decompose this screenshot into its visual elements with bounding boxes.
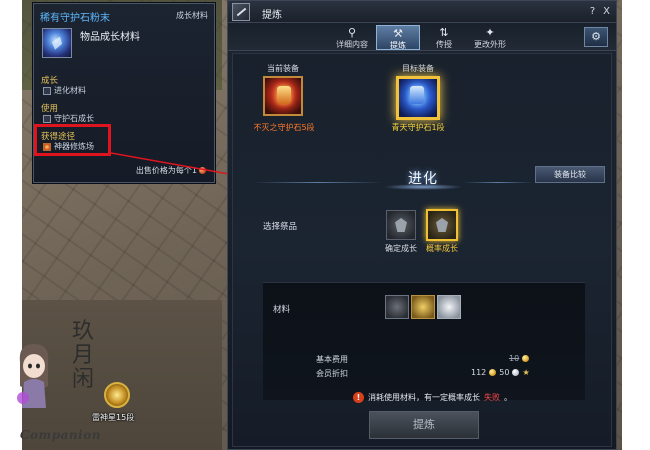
- material-slot[interactable]: [437, 295, 461, 319]
- divider: [253, 182, 383, 183]
- window-titlebar[interactable]: 提炼 ? X: [228, 1, 616, 23]
- tab-transfer[interactable]: ⇅ 传授: [422, 25, 466, 50]
- tab-details[interactable]: ⚲ 详细内容: [330, 25, 374, 50]
- member-discount-text: 会员折扣: [316, 369, 348, 378]
- calligraphy-text: 玖月闲: [72, 319, 95, 392]
- warning-icon: !: [353, 392, 364, 403]
- discount-star-icon: ★: [522, 368, 530, 377]
- member-discount-label: 会员折扣: [316, 368, 348, 379]
- growth-icon: [43, 114, 51, 123]
- companion-watermark-logo: 玖月闲 Companion: [6, 320, 116, 445]
- evolution-glow: [383, 184, 463, 190]
- tooltip-category: 物品成长材料: [80, 32, 140, 43]
- select-offering-label: 选择祭品: [263, 222, 298, 232]
- member-cost-amount-1: 112: [471, 368, 487, 377]
- fixed-growth-option[interactable]: [386, 210, 416, 240]
- silver-coin-icon: [512, 369, 520, 376]
- window-title: 提炼: [262, 10, 282, 21]
- target-equipment-label: 目标装备: [402, 64, 434, 73]
- item-tooltip: 稀有守护石粉末 成长材料 物品成长材料 成长 进化材料 使用 守护石成长 获得途…: [33, 3, 215, 183]
- warning-text-prefix: 消耗使用材料，有一定概率成长: [368, 393, 480, 402]
- target-equipment-name: 青天守护石1段: [391, 123, 445, 132]
- materials-label: 材料: [273, 305, 291, 315]
- close-button[interactable]: X: [600, 5, 613, 18]
- probability-growth-label: 概率成长: [426, 244, 458, 253]
- tab-label: 更改外形: [474, 40, 506, 49]
- tooltip-section-line: 守护石成长: [43, 113, 94, 124]
- magnifier-icon: ⚲: [347, 26, 357, 39]
- base-cost-text: 基本费用: [316, 355, 348, 364]
- help-button[interactable]: ?: [586, 5, 599, 18]
- warning-text-suffix: 。: [504, 393, 512, 402]
- warning-text-fail: 失败: [484, 393, 500, 402]
- tooltip-item-name: 稀有守护石粉末: [40, 13, 110, 24]
- tooltip-section-line: 进化材料: [43, 85, 86, 96]
- tab-appearance[interactable]: ✦ 更改外形: [468, 25, 512, 50]
- warning-message: ! 消耗使用材料，有一定概率成长 失败。: [353, 392, 512, 403]
- base-cost-value: 10: [509, 354, 530, 363]
- base-cost-label: 基本费用: [316, 354, 348, 365]
- materials-area: 材料: [263, 282, 585, 400]
- compare-equipment-button[interactable]: 装备比较: [535, 166, 605, 183]
- settings-button[interactable]: ⚙: [584, 27, 608, 47]
- chibi-character-icon: [17, 344, 49, 408]
- divider: [463, 182, 533, 183]
- copper-coin-icon: [199, 167, 206, 174]
- material-slot[interactable]: [411, 295, 435, 319]
- refine-window: 提炼 ? X ⚲ 详细内容 ⚒ 提炼 ⇅ 传授 ✦ 更改外形 ⚙ 当前装备 不灭…: [227, 0, 617, 450]
- annotation-highlight-box: [34, 124, 111, 156]
- tab-bar: ⚲ 详细内容 ⚒ 提炼 ⇅ 传授 ✦ 更改外形 ⚙: [228, 23, 616, 51]
- target-equipment-slot[interactable]: [396, 76, 440, 120]
- tab-refine[interactable]: ⚒ 提炼: [376, 25, 420, 50]
- guardian-stone-powder-icon: [42, 28, 72, 58]
- probability-growth-option[interactable]: [426, 209, 458, 241]
- growth-icon: [43, 86, 51, 95]
- gold-coin-icon: [522, 355, 530, 362]
- member-discount-value: 112 50 ★: [471, 368, 530, 377]
- gold-coin-icon: [489, 369, 497, 376]
- watermark-brand: Companion: [20, 428, 101, 442]
- tooltip-item-type: 成长材料: [176, 11, 208, 20]
- refine-button[interactable]: 提炼: [369, 411, 479, 439]
- transfer-icon: ⇅: [439, 26, 449, 39]
- current-equipment-slot[interactable]: [263, 76, 303, 116]
- member-cost-amount-2: 50: [499, 368, 510, 377]
- wrench-icon: ⚙: [591, 30, 601, 43]
- sell-price-label: 出售价格为每个1: [135, 166, 197, 175]
- refine-panel: 当前装备 不灭之守护石5段 目标装备 青天守护石1段 进化 装备比较 选择祭品 …: [232, 53, 612, 447]
- hammer-icon: [232, 3, 250, 21]
- tab-label: 传授: [436, 40, 452, 49]
- tab-label: 详细内容: [336, 40, 368, 49]
- tab-label: 提炼: [390, 41, 406, 50]
- current-equipment-label: 当前装备: [267, 64, 299, 73]
- appearance-icon: ✦: [485, 26, 495, 39]
- material-slot[interactable]: [385, 295, 409, 319]
- current-equipment-name: 不灭之守护石5段: [253, 123, 315, 132]
- tooltip-line-text: 进化材料: [54, 86, 86, 95]
- base-cost-amount: 10: [509, 354, 520, 363]
- hammer-icon: ⚒: [393, 27, 403, 40]
- tooltip-line-text: 守护石成长: [54, 114, 94, 123]
- tooltip-sell-price: 出售价格为每个1: [136, 165, 206, 176]
